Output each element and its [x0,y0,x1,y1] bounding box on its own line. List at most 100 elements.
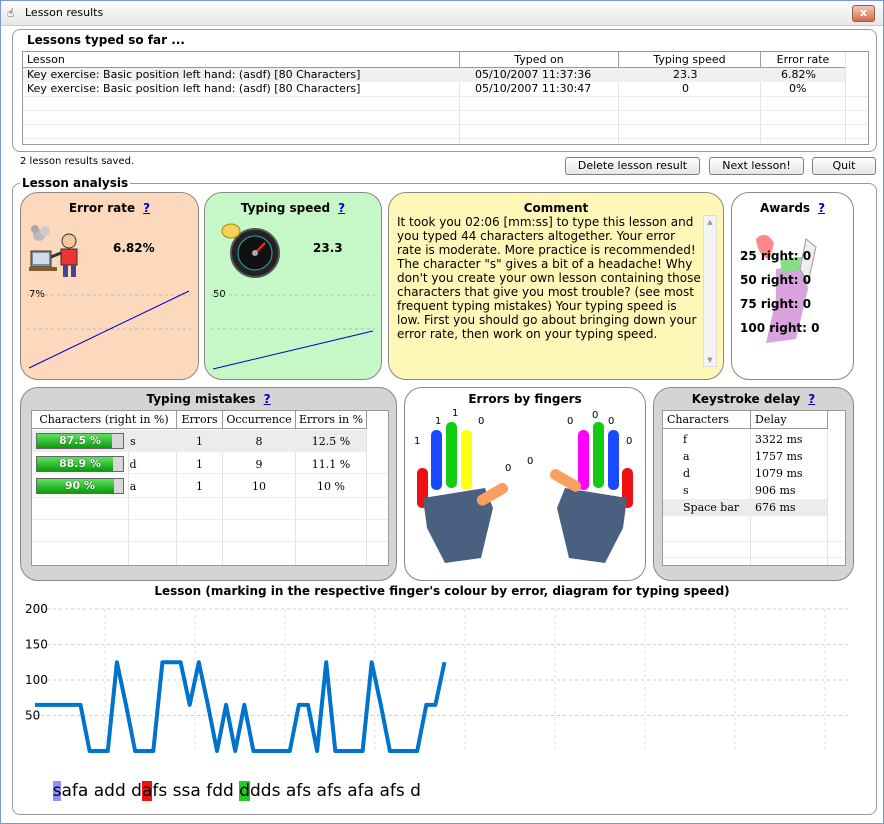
col-occurrence[interactable]: Occurrence [223,411,296,429]
cell-speed: 23.3 [673,68,698,81]
status-text: 2 lesson results saved. [20,156,135,167]
lesson-char: d [249,781,261,801]
key-delay: 676 ms [755,501,796,514]
lesson-char: a [316,781,327,801]
mistake-occurrence: 9 [255,458,263,471]
delete-lesson-button[interactable]: Delete lesson result [565,157,700,175]
app-icon: ☝ [7,6,15,20]
key-char: d [683,467,691,480]
scroll-up-arrow-icon[interactable]: ▲ [704,216,716,228]
lesson-char: a [141,781,153,801]
right-index-errors: 0 [567,416,574,427]
table-row[interactable]: Space bar 676 ms [663,499,827,516]
typing-mistakes-help-link[interactable]: ? [264,392,271,406]
lesson-char: d [104,781,115,801]
mistake-errors-pct: 10 % [317,480,345,493]
analysis-title: Lesson analysis [20,176,131,190]
cell-error: 6.82% [781,68,816,81]
lesson-char: d [239,781,250,801]
col-characters[interactable]: Characters (right in %) [32,411,177,429]
lesson-char: s [395,781,405,801]
left-ring-errors: 1 [435,416,442,427]
col-typing-speed[interactable]: Typing speed [619,52,761,68]
award-25: 25 right: 0 [740,249,812,263]
error-rate-graph [27,290,191,369]
col-delay[interactable]: Delay [751,411,828,429]
col-typed-on[interactable]: Typed on [460,52,619,68]
scroll-down-arrow-icon[interactable]: ▼ [704,354,716,366]
left-index-errors: 0 [478,416,485,427]
table-row[interactable]: 87.5 % s 1 8 12.5 % [32,430,366,452]
keystroke-delay-panel: Keystroke delay? Characters Delay f 3322… [653,387,854,581]
table-row[interactable]: Key exercise: Basic position left hand: … [23,68,845,82]
right-ring-errors: 0 [608,416,615,427]
cell-speed: 0 [682,82,689,95]
lesson-char: d [114,781,126,801]
mistake-errors-pct: 11.1 % [311,458,351,471]
col-errors[interactable]: Errors [177,411,223,429]
mistake-occurrence: 10 [252,480,266,493]
mistake-errors: 1 [196,458,203,471]
mistake-errors: 1 [196,435,203,448]
table-row[interactable]: f 3322 ms [663,431,827,448]
lesson-char: s [332,781,342,801]
left-thumb-errors: 0 [505,463,512,474]
awards-help-link[interactable]: ? [818,201,825,215]
lesson-char: d [260,781,272,801]
cell-typed-on: 05/10/2007 11:37:36 [475,68,592,81]
typing-mistakes-panel: Typing mistakes? Characters (right in %)… [20,387,397,581]
errors-by-fingers-panel: Errors by fingers 1 1 1 0 0 0 0 0 0 0 [404,387,646,581]
table-row[interactable]: 90 % a 1 10 10 % [32,475,366,497]
comment-text: It took you 02:06 [mm:ss] to type this l… [397,215,701,341]
key-delay: 906 ms [755,484,796,497]
lesson-char: a [190,781,201,801]
typing-speed-chart: 200 150 100 50 [25,602,851,753]
table-row[interactable]: Key exercise: Basic position left hand: … [23,82,845,96]
key-delay: 3322 ms [755,433,803,446]
key-char: f [683,433,688,446]
col-lesson[interactable]: Lesson [23,52,460,68]
col-key-characters[interactable]: Characters [663,411,751,429]
typing-mistakes-table: Characters (right in %) Errors Occurrenc… [31,410,389,566]
error-rate-panel: Error rate? 6.82% 7% [20,192,199,380]
y-tick-label: 100 [25,673,48,687]
col-error-rate[interactable]: Error rate [761,52,846,68]
table-row[interactable]: 88.9 % d 1 9 11.1 % [32,453,366,475]
mistake-errors: 1 [196,480,203,493]
title-bar[interactable]: ☝ Lesson results x [1,1,883,26]
awards-panel: Awards? 25 right: 0 50 right: 0 75 right… [731,192,854,380]
accuracy-label: 90 % [64,479,96,492]
lesson-char: a [285,781,297,801]
key-char: s [683,484,689,497]
window-title: Lesson results [25,6,104,19]
left-middle-errors: 1 [452,408,459,419]
window: ☝ Lesson results x Lessons typed so far … [0,0,884,824]
cell-lesson: Key exercise: Basic position left hand: … [27,82,361,95]
accuracy-label: 88.9 % [59,457,101,470]
table-row[interactable]: d 1079 ms [663,465,827,482]
key-delay: 1757 ms [755,450,803,463]
comment-scrollbar[interactable]: ▲ ▼ [703,215,717,367]
lesson-char: d [410,781,421,801]
lesson-char: s [158,781,168,801]
table-row[interactable]: a 1757 ms [663,448,827,465]
mistake-errors-pct: 12.5 % [311,435,351,448]
lesson-char: a [363,781,375,801]
next-lesson-button[interactable]: Next lesson! [709,157,804,175]
typing-speed-graph [211,294,375,370]
award-100: 100 right: 0 [740,321,820,335]
quit-button[interactable]: Quit [812,157,876,175]
y-tick-label: 150 [25,638,48,652]
table-row[interactable]: s 906 ms [663,482,827,499]
mistake-char: d [129,458,137,471]
speed-series-line [35,660,447,753]
cell-error: 0% [789,82,807,95]
typing-speed-panel: Typing speed? 23.3 50 [204,192,382,380]
lessons-table: Lesson Typed on Typing speed Error rate … [22,51,869,145]
errors-by-fingers-title: Errors by fingers [468,392,582,406]
col-errors-pct[interactable]: Errors in % [296,411,367,429]
keystroke-delay-help-link[interactable]: ? [808,392,815,406]
close-button[interactable]: x [852,5,875,22]
left-pinky-errors: 1 [414,436,421,447]
accuracy-bar: 87.5 % [36,433,124,449]
